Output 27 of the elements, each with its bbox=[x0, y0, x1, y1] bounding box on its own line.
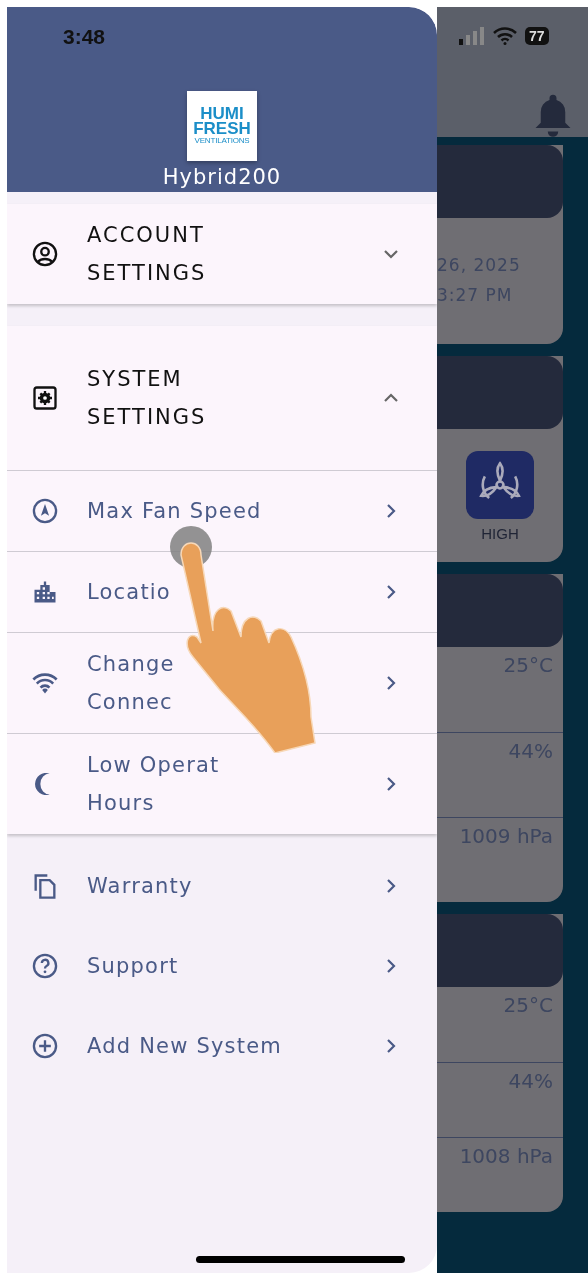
fan-speed-label: HIGH bbox=[481, 525, 519, 542]
menu-item[interactable]: Add New System bbox=[7, 1006, 437, 1086]
section-title: SYSTEM SETTINGS bbox=[87, 366, 208, 431]
wifi-icon bbox=[493, 27, 517, 45]
settings-icon bbox=[31, 384, 59, 412]
item-label: Max Fan Speed bbox=[87, 498, 263, 525]
item-label: Low Operat Hours bbox=[87, 752, 221, 817]
item-label: Support bbox=[87, 953, 180, 980]
status-time: 3:48 bbox=[63, 25, 106, 49]
section-header[interactable]: ACCOUNT SETTINGS bbox=[7, 204, 437, 304]
navigation-icon bbox=[31, 497, 59, 525]
menu-item[interactable]: Warranty bbox=[7, 846, 437, 926]
item-label: Locatio bbox=[87, 579, 172, 606]
logo: HUMI FRESH VENTILATIONS bbox=[187, 91, 257, 161]
signal-icon bbox=[459, 27, 485, 45]
add-icon bbox=[31, 1032, 59, 1060]
section-title: ACCOUNT SETTINGS bbox=[87, 222, 208, 287]
section-header[interactable]: SYSTEM SETTINGS bbox=[7, 326, 437, 470]
item-label: Change Connec bbox=[87, 651, 176, 716]
account-icon bbox=[31, 240, 59, 268]
menu-item[interactable]: Support bbox=[7, 926, 437, 1006]
fan-button[interactable] bbox=[466, 451, 534, 519]
help-icon bbox=[31, 952, 59, 980]
item-label: Add New System bbox=[87, 1033, 283, 1060]
battery-level: 77 bbox=[525, 27, 549, 45]
item-label: Warranty bbox=[87, 873, 194, 900]
device-name: Hybrid200 bbox=[162, 165, 282, 189]
